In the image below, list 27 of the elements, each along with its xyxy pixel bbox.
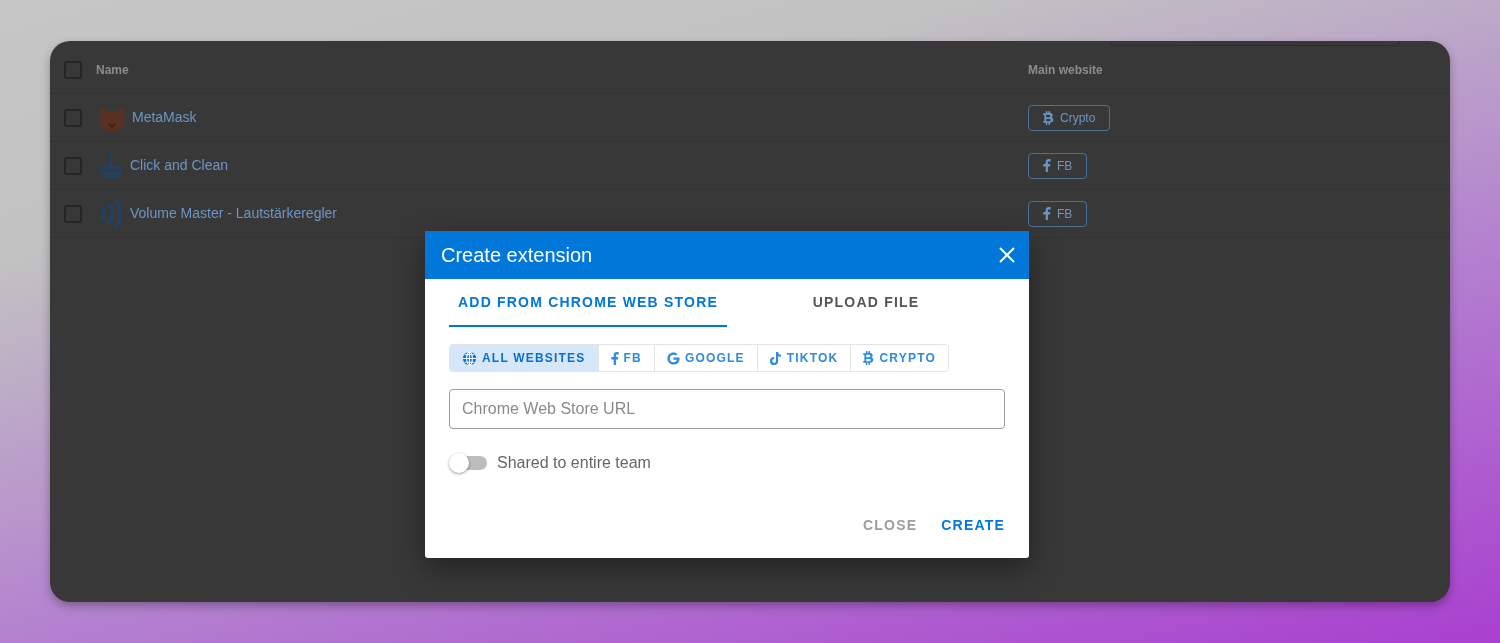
column-header: Name bbox=[96, 61, 129, 79]
website-tag: Crypto bbox=[1028, 104, 1111, 131]
extension-name-link[interactable]: MetaMask bbox=[132, 107, 197, 128]
close-button[interactable]: CLOSE bbox=[855, 508, 926, 542]
website-option[interactable]: CRYPTO bbox=[850, 345, 948, 371]
tab[interactable]: ADD FROM CHROME WEB STORE bbox=[449, 279, 727, 327]
letter-f-icon bbox=[1043, 207, 1051, 220]
music-note-icon bbox=[769, 351, 782, 365]
extension-name-link[interactable]: Click and Clean bbox=[130, 155, 229, 176]
website-option[interactable]: ALL WEBSITES bbox=[450, 345, 598, 371]
letter-f-icon bbox=[610, 351, 619, 365]
toggle-label: Shared to entire team bbox=[497, 452, 651, 473]
extension-name-link[interactable]: Volume Master - Lautstärkeregler bbox=[130, 203, 337, 224]
website-tag: FB bbox=[1028, 152, 1088, 179]
url-input-field[interactable]: Chrome Web Store URL bbox=[449, 388, 1005, 429]
globe-icon bbox=[462, 350, 477, 366]
tab[interactable]: UPLOAD FILE bbox=[727, 279, 1005, 327]
create-button[interactable]: CREATE bbox=[933, 508, 1013, 542]
letter-g-icon bbox=[666, 351, 680, 365]
dialog-title: Create extension bbox=[441, 243, 593, 268]
column-header: Main website bbox=[1028, 61, 1103, 79]
share-toggle-switch[interactable] bbox=[449, 452, 487, 473]
close-icon[interactable] bbox=[999, 247, 1015, 263]
letter-f-icon bbox=[1043, 159, 1051, 172]
bitcoin-icon bbox=[1043, 110, 1054, 125]
bitcoin-icon bbox=[863, 351, 875, 365]
website-tag: FB bbox=[1028, 200, 1088, 227]
